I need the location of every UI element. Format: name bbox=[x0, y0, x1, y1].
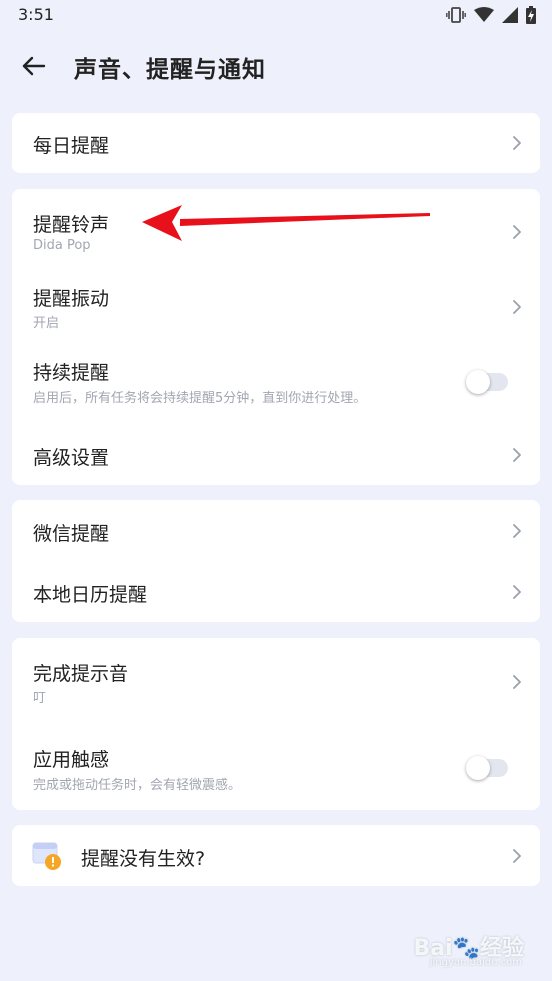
haptic-row: 应用触感 完成或拖动任务时，会有轻微震感。 bbox=[12, 724, 540, 810]
persistent-reminder-desc: 启用后，所有任务将会持续提醒5分钟，直到你进行处理。 bbox=[33, 391, 367, 406]
reminder-not-working-row[interactable]: 提醒没有生效? bbox=[12, 825, 540, 886]
wifi-icon bbox=[474, 7, 494, 22]
signal-icon bbox=[502, 7, 518, 23]
page-title: 声音、提醒与通知 bbox=[74, 57, 266, 83]
wechat-reminder-row[interactable]: 微信提醒 bbox=[12, 500, 540, 561]
calendar-reminder-label: 本地日历提醒 bbox=[33, 584, 148, 606]
daily-reminder-card: 每日提醒 bbox=[12, 113, 540, 173]
persistent-reminder-toggle[interactable] bbox=[466, 370, 508, 394]
advanced-settings-label: 高级设置 bbox=[33, 447, 110, 469]
ringtone-value: Dida Pop bbox=[33, 238, 91, 253]
toggle-knob bbox=[466, 756, 490, 780]
reminder-settings-card: 提醒铃声 Dida Pop 提醒振动 开启 持续提醒 启用后，所有任务将会持续提… bbox=[12, 189, 540, 485]
daily-reminder-row[interactable]: 每日提醒 bbox=[12, 113, 540, 173]
completion-sound-label: 完成提示音 bbox=[33, 663, 129, 685]
back-arrow-icon[interactable] bbox=[20, 52, 48, 80]
vibration-label: 提醒振动 bbox=[33, 288, 110, 310]
wechat-reminder-label: 微信提醒 bbox=[33, 523, 110, 545]
toggle-knob bbox=[466, 370, 490, 394]
chevron-right-icon bbox=[513, 300, 521, 314]
help-card: 提醒没有生效? bbox=[12, 825, 540, 886]
vibration-row[interactable]: 提醒振动 开启 bbox=[12, 265, 540, 341]
chevron-right-icon bbox=[513, 585, 521, 599]
chevron-right-icon bbox=[513, 136, 521, 150]
vibration-value: 开启 bbox=[33, 316, 60, 331]
haptic-toggle[interactable] bbox=[466, 756, 508, 780]
battery-icon bbox=[526, 6, 536, 24]
chevron-right-icon bbox=[513, 675, 521, 689]
status-bar: 3:51 bbox=[0, 0, 552, 32]
watermark-url: jingyan.baidu.com bbox=[429, 957, 522, 968]
chevron-right-icon bbox=[513, 524, 521, 538]
feedback-card: 完成提示音 叮 应用触感 完成或拖动任务时，会有轻微震感。 bbox=[12, 638, 540, 810]
app-bar: 声音、提醒与通知 bbox=[0, 38, 552, 94]
vibrate-icon bbox=[446, 7, 466, 23]
ringtone-label: 提醒铃声 bbox=[33, 214, 110, 236]
persistent-reminder-row: 持续提醒 启用后，所有任务将会持续提醒5分钟，直到你进行处理。 bbox=[12, 341, 540, 417]
reminder-warning-icon bbox=[32, 842, 61, 870]
status-icons bbox=[446, 6, 536, 24]
integrations-card: 微信提醒 本地日历提醒 bbox=[12, 500, 540, 622]
daily-reminder-label: 每日提醒 bbox=[33, 135, 110, 157]
advanced-settings-row[interactable]: 高级设置 bbox=[12, 417, 540, 485]
completion-sound-row[interactable]: 完成提示音 叮 bbox=[12, 638, 540, 724]
ringtone-row[interactable]: 提醒铃声 Dida Pop bbox=[12, 189, 540, 265]
calendar-reminder-row[interactable]: 本地日历提醒 bbox=[12, 561, 540, 622]
completion-sound-value: 叮 bbox=[33, 691, 47, 706]
haptic-desc: 完成或拖动任务时，会有轻微震感。 bbox=[33, 778, 242, 793]
chevron-right-icon bbox=[513, 849, 521, 863]
status-time: 3:51 bbox=[18, 5, 54, 24]
haptic-label: 应用触感 bbox=[33, 749, 110, 771]
reminder-not-working-label: 提醒没有生效? bbox=[81, 848, 206, 870]
chevron-right-icon bbox=[513, 448, 521, 462]
chevron-right-icon bbox=[513, 225, 521, 239]
persistent-reminder-label: 持续提醒 bbox=[33, 362, 110, 384]
